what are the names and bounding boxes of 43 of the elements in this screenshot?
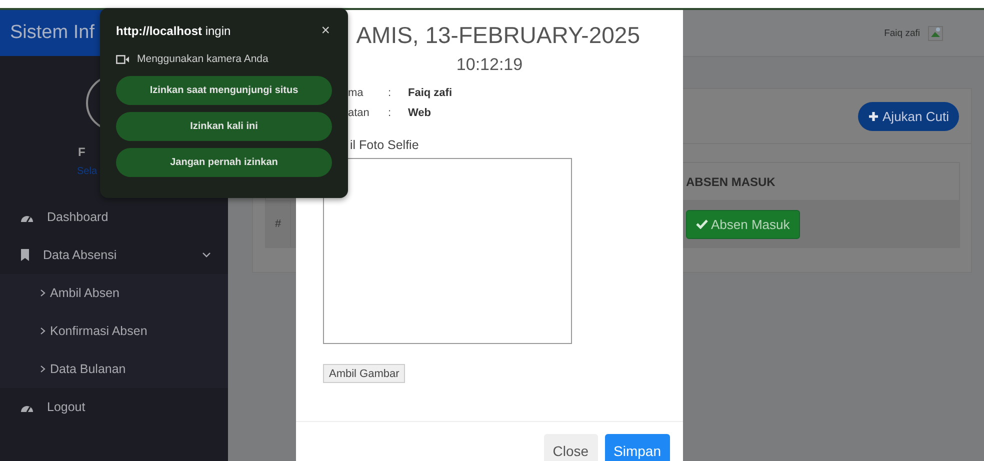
permission-option[interactable]: Izinkan kali ini [116, 112, 332, 141]
modal-title: AMIS, 13-FEBRUARY-2025 [356, 22, 640, 49]
field-label: ma [348, 87, 364, 99]
colon-separator: : [388, 107, 392, 119]
camera-icon [116, 54, 129, 64]
camera-label: il Foto Selfie [349, 138, 420, 152]
user-name: Faiq zafi [884, 28, 920, 38]
user-name: F [77, 145, 86, 159]
menu-label: Data Absensi [43, 248, 117, 262]
submenu-label: Ambil Absen [50, 286, 120, 300]
check-icon [696, 219, 708, 229]
menu-item[interactable]: Data Absensi [0, 236, 228, 274]
chevron-icon [40, 365, 46, 373]
submenu-label: Konfirmasi Absen [50, 324, 148, 338]
submenu-item[interactable]: Konfirmasi Absen [0, 312, 228, 350]
popup-title: http://localhost ingin [116, 24, 231, 38]
menu-label: Dashboard [47, 210, 108, 224]
close-button[interactable]: × [319, 22, 332, 39]
table-cell: # [266, 201, 291, 247]
field-value: Web [408, 107, 432, 119]
bookmark-icon [20, 249, 30, 261]
field-value: Faiq zafi [408, 87, 452, 99]
chevron-icon [40, 327, 46, 335]
submenu-label: Data Bulanan [50, 362, 126, 376]
submenu-item[interactable]: Data Bulanan [0, 350, 228, 388]
permission-option[interactable]: Izinkan saat mengunjungi situs [116, 76, 332, 105]
simpan-button[interactable]: Simpan [604, 434, 670, 461]
menu-label: Logout [47, 400, 86, 414]
menu-item[interactable]: Logout [0, 388, 228, 426]
plus-icon [868, 110, 879, 122]
menu-item[interactable]: Dashboard [0, 198, 228, 236]
ambil-gambar-button[interactable]: Ambil Gambar [323, 364, 406, 383]
field-label: atan [348, 107, 370, 119]
chevron-icon [40, 289, 46, 297]
user-status: Sela [76, 166, 98, 177]
colon-separator: : [388, 87, 392, 99]
submenu-item[interactable]: Ambil Absen [0, 274, 228, 312]
clock-time: 10:12:19 [455, 55, 524, 75]
ajukan-cuti-button[interactable]: Ajukan Cuti [858, 102, 959, 130]
permission-request: Menggunakan kamera Anda [137, 53, 268, 65]
close-button[interactable]: Close [544, 434, 598, 461]
broken-image-icon [928, 24, 944, 42]
permission-option[interactable]: Jangan pernah izinkan [116, 148, 332, 177]
